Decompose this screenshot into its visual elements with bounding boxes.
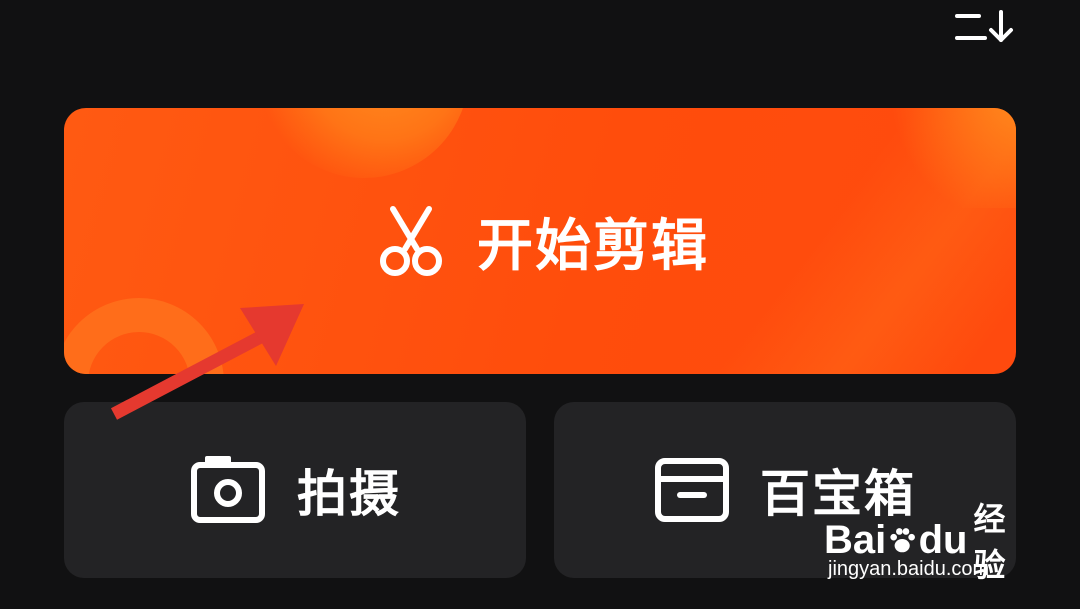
camera-icon xyxy=(191,456,265,523)
scissors-icon xyxy=(380,206,442,276)
toolbox-icon xyxy=(655,458,729,522)
toolbox-label: 百宝箱 xyxy=(760,465,916,523)
start-editing-button[interactable]: 开始剪辑 xyxy=(64,108,1016,374)
sort-button[interactable] xyxy=(946,4,1022,48)
start-editing-label: 开始剪辑 xyxy=(477,213,709,279)
shoot-button[interactable]: 拍摄 xyxy=(64,402,526,578)
shoot-label: 拍摄 xyxy=(297,465,401,523)
toolbox-button[interactable]: 百宝箱 xyxy=(554,402,1016,578)
sort-down-icon xyxy=(955,10,1013,42)
app-screen: 开始剪辑 拍摄 百宝箱 Bai du 经验 jingyan.baidu.com xyxy=(0,0,1080,609)
